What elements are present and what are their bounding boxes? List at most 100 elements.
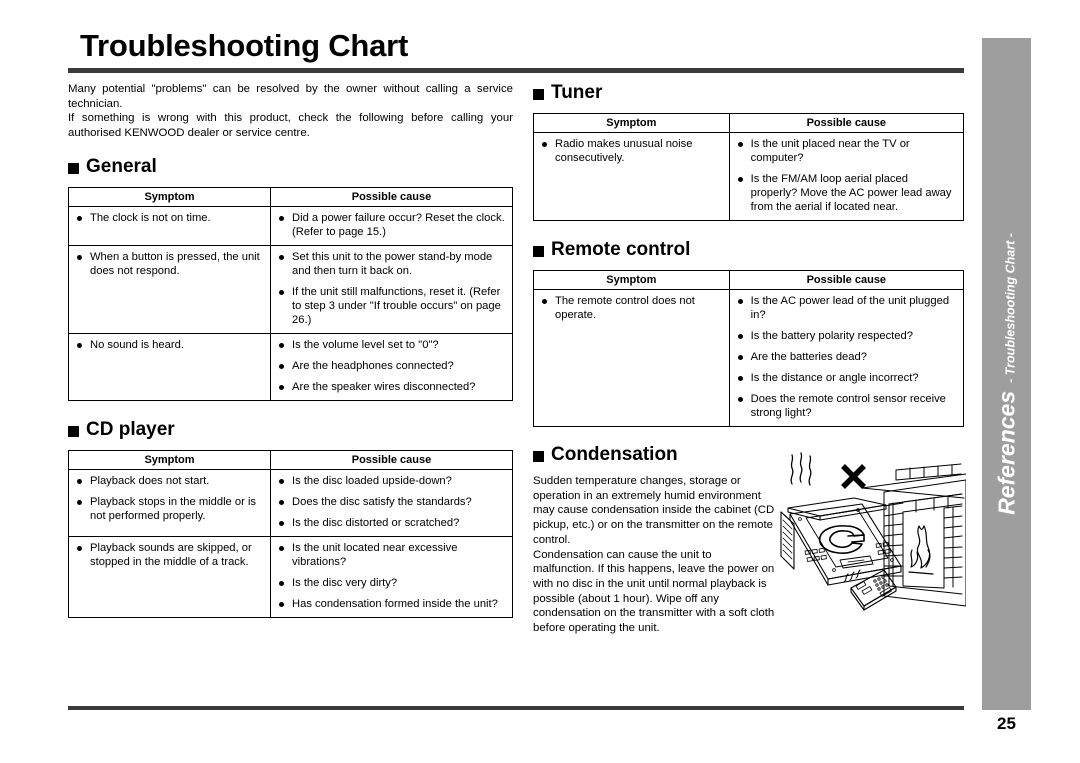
- symptom-cell: The remote control does not operate.: [533, 289, 730, 427]
- section-heading-cd-player: CD player: [68, 419, 513, 441]
- symptom-cell: Radio makes unusual noise consecutively.: [533, 132, 730, 221]
- symptom-cell: Playback sounds are skipped, or stopped …: [67, 536, 272, 618]
- cause-list: Is the unit placed near the TV or comput…: [736, 137, 957, 214]
- list-item: Is the battery polarity respected?: [736, 329, 957, 343]
- table-row: Playback does not start. Playback stops …: [67, 469, 513, 537]
- section-heading-tuner-label: Tuner: [551, 82, 603, 103]
- symptom-cell: No sound is heard.: [67, 333, 272, 401]
- page-title: Troubleshooting Chart: [80, 28, 409, 63]
- table-header-row: Symptom Possible cause: [533, 113, 965, 133]
- margin-tab-references: References - Troubleshooting Chart -: [982, 38, 1031, 710]
- cause-list: Did a power failure occur? Reset the clo…: [277, 211, 506, 239]
- column-header-possible-cause: Possible cause: [728, 270, 965, 290]
- symptom-list: Playback does not start. Playback stops …: [75, 474, 264, 523]
- list-item: Is the unit located near excessive vibra…: [277, 541, 506, 569]
- list-item: No sound is heard.: [75, 338, 264, 352]
- list-item: Does the remote control sensor receive s…: [736, 392, 957, 420]
- square-bullet-icon: [533, 245, 544, 257]
- general-table: Symptom Possible cause The clock is not …: [67, 187, 513, 401]
- left-column: Many potential "problems" can be resolve…: [67, 82, 513, 618]
- symptom-list: The remote control does not operate.: [540, 294, 723, 322]
- list-item: Is the disc loaded upside-down?: [277, 474, 506, 488]
- symptom-cell: When a button is pressed, the unit does …: [67, 245, 272, 334]
- square-bullet-icon: [68, 162, 79, 174]
- title-divider: [68, 68, 964, 73]
- cd-player-table: Symptom Possible cause Playback does not…: [67, 450, 513, 618]
- heat-waves-icon: [790, 452, 812, 486]
- margin-tab-title: References: [993, 390, 1019, 515]
- page-number: 25: [997, 714, 1016, 733]
- section-heading-tuner: Tuner: [533, 82, 964, 104]
- cause-list: Is the volume level set to "0"? Are the …: [277, 338, 506, 394]
- symptom-list: When a button is pressed, the unit does …: [75, 250, 264, 278]
- column-header-symptom: Symptom: [67, 450, 272, 470]
- square-bullet-icon: [533, 450, 544, 462]
- list-item: Is the AC power lead of the unit plugged…: [736, 294, 957, 322]
- list-item: Has condensation formed inside the unit?: [277, 597, 506, 611]
- wall-lines: [861, 463, 967, 499]
- symptom-cell: The clock is not on time.: [67, 206, 272, 246]
- list-item: Playback does not start.: [75, 474, 264, 488]
- cause-cell: Set this unit to the power stand-by mode…: [270, 245, 513, 334]
- list-item: Are the batteries dead?: [736, 350, 957, 364]
- list-item: Is the FM/AM loop aerial placed properly…: [736, 172, 957, 214]
- table-row: Radio makes unusual noise consecutively.…: [533, 132, 965, 221]
- list-item: If the unit still malfunctions, reset it…: [277, 285, 506, 327]
- flame-icon: [908, 525, 934, 575]
- symptom-list: No sound is heard.: [75, 338, 264, 352]
- table-row: Playback sounds are skipped, or stopped …: [67, 536, 513, 618]
- section-heading-remote-control-label: Remote control: [551, 239, 691, 260]
- document-page: Troubleshooting Chart Many potential "pr…: [0, 0, 1080, 763]
- table-row: The clock is not on time. Did a power fa…: [67, 206, 513, 246]
- column-header-possible-cause: Possible cause: [270, 450, 513, 470]
- table-row: The remote control does not operate. Is …: [533, 289, 965, 427]
- margin-tab-text: References - Troubleshooting Chart -: [993, 233, 1020, 515]
- section-heading-general-label: General: [86, 156, 157, 177]
- list-item: Playback stops in the middle or is not p…: [75, 495, 264, 523]
- cause-cell: Did a power failure occur? Reset the clo…: [270, 206, 513, 246]
- symptom-list: Playback sounds are skipped, or stopped …: [75, 541, 264, 569]
- section-heading-general: General: [68, 156, 513, 178]
- table-header-row: Symptom Possible cause: [67, 187, 513, 207]
- column-header-symptom: Symptom: [533, 113, 730, 133]
- cause-list: Is the disc loaded upside-down? Does the…: [277, 474, 506, 530]
- cause-list: Set this unit to the power stand-by mode…: [277, 250, 506, 327]
- column-header-symptom: Symptom: [533, 270, 730, 290]
- tuner-table: Symptom Possible cause Radio makes unusu…: [533, 113, 965, 221]
- list-item: Is the disc very dirty?: [277, 576, 506, 590]
- condensation-paragraph-1: Sudden temperature changes, storage or o…: [533, 475, 775, 546]
- square-bullet-icon: [533, 88, 544, 100]
- disc-logo: [818, 525, 865, 554]
- cause-list: Is the AC power lead of the unit plugged…: [736, 294, 957, 420]
- cd-player-near-fireplace-warning-illustration: [776, 446, 967, 616]
- list-item: The clock is not on time.: [75, 211, 264, 225]
- section-heading-cd-player-label: CD player: [86, 419, 175, 440]
- cause-cell: Is the volume level set to "0"? Are the …: [270, 333, 513, 401]
- list-item: Is the unit placed near the TV or comput…: [736, 137, 957, 165]
- column-header-possible-cause: Possible cause: [270, 187, 513, 207]
- remote-control-table: Symptom Possible cause The remote contro…: [533, 270, 965, 427]
- list-item: Set this unit to the power stand-by mode…: [277, 250, 506, 278]
- table-header-row: Symptom Possible cause: [533, 270, 965, 290]
- intro-paragraph-2: If something is wrong with this product,…: [68, 112, 513, 139]
- list-item: The remote control does not operate.: [540, 294, 723, 322]
- list-item: Are the headphones connected?: [277, 359, 506, 373]
- list-item: Is the distance or angle incorrect?: [736, 371, 957, 385]
- symptom-cell: Playback does not start. Playback stops …: [67, 469, 272, 537]
- section-heading-condensation-label: Condensation: [551, 444, 678, 465]
- condensation-paragraph-2: Condensation can cause the unit to malfu…: [533, 548, 775, 635]
- list-item: Does the disc satisfy the standards?: [277, 495, 506, 509]
- list-item: Playback sounds are skipped, or stopped …: [75, 541, 264, 569]
- cause-cell: Is the unit placed near the TV or comput…: [728, 132, 965, 221]
- x-mark-icon: [841, 464, 866, 489]
- condensation-body: Sudden temperature changes, storage or o…: [533, 474, 776, 636]
- symptom-list: Radio makes unusual noise consecutively.: [540, 137, 723, 165]
- intro-paragraph-1: Many potential "problems" can be resolve…: [68, 83, 513, 110]
- margin-tab-subtitle: - Troubleshooting Chart -: [1003, 233, 1017, 383]
- list-item: When a button is pressed, the unit does …: [75, 250, 264, 278]
- cd-player-icon: [780, 497, 902, 586]
- column-header-possible-cause: Possible cause: [728, 113, 965, 133]
- cause-cell: Is the unit located near excessive vibra…: [270, 536, 513, 618]
- list-item: Did a power failure occur? Reset the clo…: [277, 211, 506, 239]
- remote-control-icon: [843, 569, 897, 611]
